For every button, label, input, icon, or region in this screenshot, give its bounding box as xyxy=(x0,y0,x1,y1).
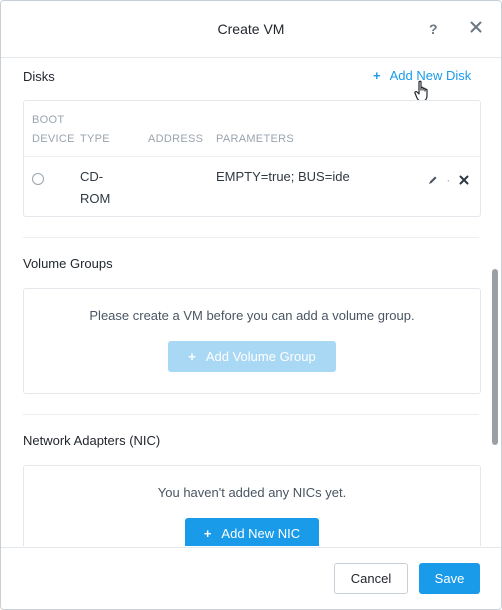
dialog-header: Create VM ? xyxy=(1,1,501,58)
column-header-boot: BOOT xyxy=(32,114,65,126)
volume-groups-panel: Please create a VM before you can add a … xyxy=(23,288,481,394)
pencil-icon[interactable] xyxy=(428,175,438,185)
volume-groups-section-title: Volume Groups xyxy=(23,256,113,271)
disk-parameters: EMPTY=true; BUS=ide xyxy=(216,169,350,184)
add-volume-group-button[interactable]: + Add Volume Group xyxy=(168,341,336,372)
disk-type-line2: ROM xyxy=(80,191,111,206)
column-header-address: ADDRESS xyxy=(148,133,204,145)
delete-icon[interactable] xyxy=(459,175,469,185)
nics-panel: You haven't added any NICs yet. + Add New… xyxy=(23,465,481,546)
dialog-body: Disks + Add New Disk BOOT DEVICE TYPE ADD… xyxy=(1,58,501,546)
dialog-footer: Cancel Save xyxy=(1,547,501,609)
section-divider xyxy=(23,414,479,415)
row-actions: · xyxy=(428,173,469,187)
plus-icon: + xyxy=(203,526,212,541)
section-divider xyxy=(23,237,479,238)
plus-icon: + xyxy=(188,349,196,364)
close-button[interactable] xyxy=(470,21,482,37)
column-header-device: DEVICE xyxy=(32,133,75,145)
column-header-parameters: PARAMETERS xyxy=(216,133,294,145)
add-new-nic-button[interactable]: + Add New NIC xyxy=(185,518,319,546)
nics-section-title: Network Adapters (NIC) xyxy=(23,433,161,448)
dialog-title: Create VM xyxy=(217,21,285,37)
disk-type-line1: CD- xyxy=(80,169,104,184)
boot-device-radio[interactable] xyxy=(32,173,44,185)
volume-groups-empty-text: Please create a VM before you can add a … xyxy=(89,308,415,323)
close-icon xyxy=(470,21,482,33)
save-button[interactable]: Save xyxy=(419,563,480,594)
header-divider xyxy=(24,156,480,157)
scrollbar-thumb[interactable] xyxy=(492,269,498,445)
plus-icon: + xyxy=(373,68,381,83)
add-new-nic-label: Add New NIC xyxy=(221,526,301,541)
add-volume-group-label: Add Volume Group xyxy=(205,349,316,364)
column-header-type: TYPE xyxy=(80,133,110,145)
cancel-button[interactable]: Cancel xyxy=(334,563,408,594)
create-vm-dialog: Create VM ? Disks + Add New Disk BOOT DEV… xyxy=(0,0,502,610)
action-separator: · xyxy=(446,173,451,187)
nics-empty-text: You haven't added any NICs yet. xyxy=(157,485,347,500)
help-button[interactable]: ? xyxy=(429,21,438,37)
disks-section-title: Disks xyxy=(23,69,55,84)
disks-table: BOOT DEVICE TYPE ADDRESS PARAMETERS CD- … xyxy=(23,100,481,217)
